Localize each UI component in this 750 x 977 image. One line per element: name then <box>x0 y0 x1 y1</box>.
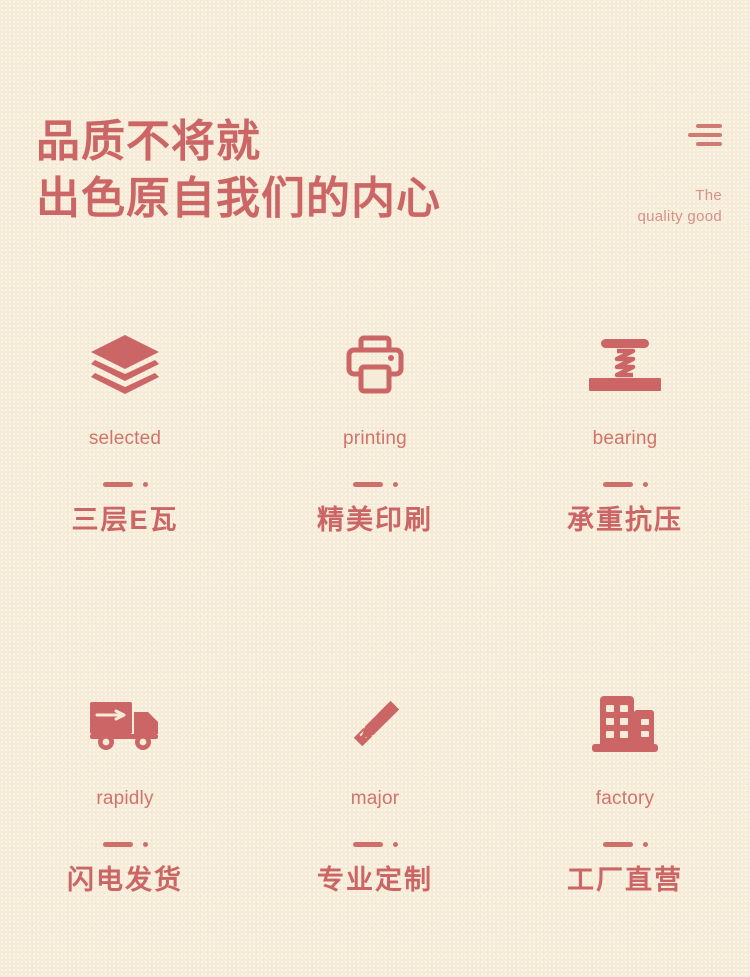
feature-item-printing[interactable]: printing 精美印刷 <box>250 310 500 670</box>
feature-item-factory[interactable]: factory 工厂直营 <box>500 670 750 977</box>
feature-cn-label: 专业定制 <box>317 865 433 895</box>
page-title: 品质不将就 出色原自我们的内心 <box>36 113 441 227</box>
feature-divider <box>602 480 648 488</box>
feature-divider <box>102 480 148 488</box>
compression-bearing-icon <box>582 326 668 404</box>
feature-divider <box>102 840 148 848</box>
feature-divider <box>352 480 398 488</box>
delivery-truck-icon <box>82 686 168 764</box>
feature-en-label: selected <box>88 428 162 449</box>
feature-cn-label: 三层E瓦 <box>71 505 179 535</box>
feature-grid: selected 三层E瓦 printing 精美印刷 bearing 承重抗压… <box>0 310 750 977</box>
pencil-ruler-icon <box>332 686 418 764</box>
feature-divider <box>352 840 398 848</box>
feature-en-label: printing <box>343 428 407 449</box>
divider-dash <box>602 841 633 847</box>
menu-line-middle <box>688 133 722 137</box>
header-subtitle-line-1: The <box>695 187 722 204</box>
divider-dash <box>102 841 133 847</box>
divider-dot <box>642 481 648 487</box>
feature-item-major[interactable]: major 专业定制 <box>250 670 500 977</box>
divider-dot <box>642 841 648 847</box>
printer-icon <box>332 326 418 404</box>
divider-dot <box>142 841 148 847</box>
feature-en-label: bearing <box>592 428 658 449</box>
feature-banner-page: 品质不将就 出色原自我们的内心 The quality good selecte… <box>0 0 750 977</box>
feature-divider <box>602 840 648 848</box>
feature-cn-label: 精美印刷 <box>317 505 433 535</box>
factory-buildings-icon <box>582 686 668 764</box>
feature-en-label: factory <box>595 788 655 809</box>
feature-cn-label: 闪电发货 <box>67 865 183 895</box>
feature-cn-label: 工厂直营 <box>567 865 683 895</box>
layers-stack-icon <box>82 326 168 404</box>
feature-cn-label: 承重抗压 <box>567 505 683 535</box>
page-title-line-1: 品质不将就 <box>36 117 261 166</box>
feature-en-label: rapidly <box>96 788 154 809</box>
divider-dash <box>102 481 133 487</box>
divider-dash <box>352 841 383 847</box>
page-header: 品质不将就 出色原自我们的内心 The quality good <box>0 0 750 300</box>
feature-en-label: major <box>350 788 400 809</box>
menu-lines-icon[interactable] <box>684 124 722 150</box>
feature-item-rapidly[interactable]: rapidly 闪电发货 <box>0 670 250 977</box>
divider-dash <box>352 481 383 487</box>
menu-line-bottom <box>696 142 722 146</box>
divider-dot <box>142 481 148 487</box>
divider-dot <box>392 841 398 847</box>
menu-line-top <box>696 124 722 128</box>
divider-dash <box>602 481 633 487</box>
header-subtitle: The quality good <box>638 185 723 227</box>
feature-item-selected[interactable]: selected 三层E瓦 <box>0 310 250 670</box>
divider-dot <box>392 481 398 487</box>
page-title-line-2: 出色原自我们的内心 <box>36 174 441 223</box>
feature-item-bearing[interactable]: bearing 承重抗压 <box>500 310 750 670</box>
header-subtitle-line-2: quality good <box>637 208 722 225</box>
